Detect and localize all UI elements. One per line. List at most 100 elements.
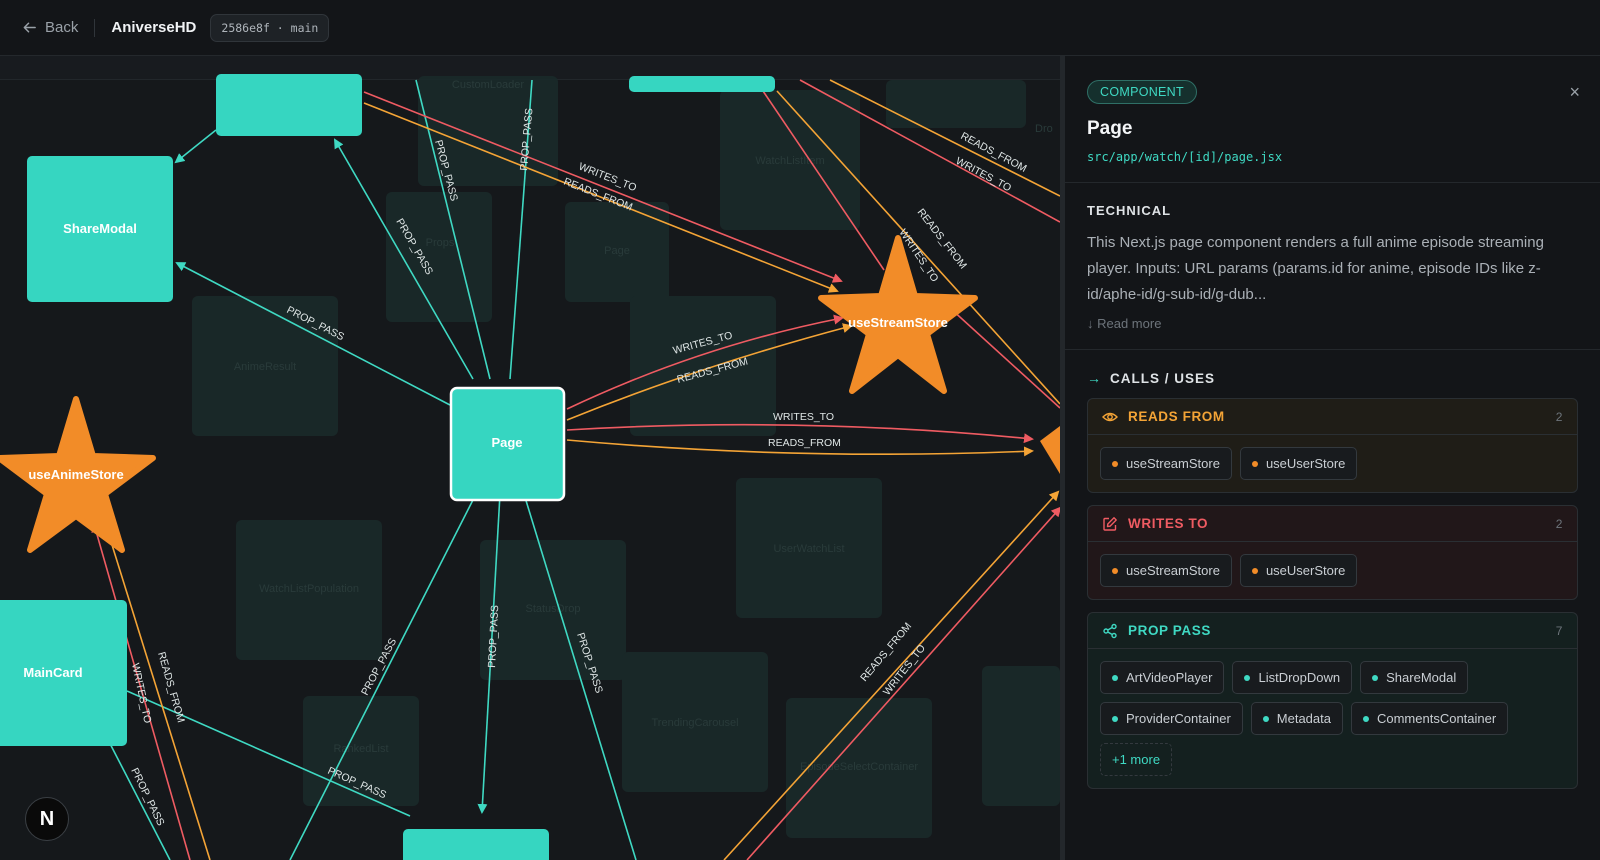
store-dot [1112, 460, 1118, 467]
faded-node-label: Page [604, 245, 630, 257]
chip-use-stream-store[interactable]: useStreamStore [1100, 447, 1232, 480]
store-dot [1251, 460, 1258, 467]
chip-label: CommentsContainer [1376, 711, 1497, 726]
technical-label: TECHNICAL [1087, 203, 1172, 218]
store-dot [1251, 567, 1258, 574]
edge-label: READS_FROM [768, 437, 841, 449]
faded-node-label: RankedList [333, 743, 388, 755]
calls-section: → CALLS / USES READS FROM 2 useStreamSto… [1065, 350, 1600, 789]
back-button[interactable]: Back [22, 19, 78, 36]
chip-use-stream-store[interactable]: useStreamStore [1100, 554, 1232, 587]
chip-provider-container[interactable]: ProviderContainer [1100, 702, 1243, 735]
node-use-stream-store-label: useStreamStore [848, 315, 948, 330]
technical-section: TECHNICAL This Next.js page component re… [1065, 183, 1600, 350]
faded-node-label: TrendingCarousel [651, 717, 738, 729]
chip-label: useUserStore [1265, 563, 1346, 578]
faded-node [886, 80, 1026, 128]
panel-header: COMPONENT × Page src/app/watch/[id]/page… [1065, 56, 1600, 183]
edge-label: PROP_PASS [128, 766, 166, 828]
faded-node-label: Props [426, 237, 455, 249]
back-label: Back [45, 19, 79, 36]
component-dot [1112, 715, 1118, 722]
chip-label: ShareModal [1386, 670, 1457, 685]
chip-label: ArtVideoPlayer [1126, 670, 1213, 685]
faded-node-label: EpisodeSelectContainer [800, 761, 918, 773]
edge [103, 730, 171, 860]
node-bottom[interactable] [403, 829, 549, 860]
faded-node-label: StatusDrop [525, 603, 580, 615]
reads-from-count: 2 [1555, 409, 1563, 424]
chip-label: Metadata [1276, 711, 1331, 726]
chip-label: useStreamStore [1126, 456, 1220, 471]
prop-pass-label: PROP PASS [1128, 623, 1211, 638]
component-dot [1372, 674, 1379, 681]
chip-metadata[interactable]: Metadata [1250, 702, 1343, 735]
app-title: AniverseHD [111, 19, 197, 36]
calls-header: → CALLS / USES [1087, 370, 1578, 386]
details-panel: COMPONENT × Page src/app/watch/[id]/page… [1065, 56, 1600, 860]
reads-from-group: READS FROM 2 useStreamStore useUserStore [1087, 398, 1578, 493]
chip-use-user-store[interactable]: useUserStore [1239, 554, 1358, 587]
close-icon[interactable]: × [1569, 82, 1580, 103]
writes-to-label: WRITES TO [1128, 516, 1209, 531]
node-use-anime-store-label: useAnimeStore [28, 467, 123, 482]
graph-svg: CustomLoader WatchListItem Props Page An… [0, 74, 1060, 860]
component-title: Page [1087, 118, 1133, 139]
nextjs-badge[interactable]: N [25, 797, 69, 841]
node-top-center[interactable] [629, 76, 775, 92]
faded-node-label: Dro [1035, 123, 1053, 135]
graph-canvas[interactable]: CustomLoader WatchListItem Props Page An… [0, 56, 1060, 860]
component-dot [1362, 715, 1369, 722]
prop-pass-group: PROP PASS 7 ArtVideoPlayer ListDropDown … [1087, 612, 1578, 789]
divider [94, 18, 96, 37]
node-top-left[interactable] [216, 74, 362, 136]
writes-to-group: WRITES TO 2 useStreamStore useUserStore [1087, 505, 1578, 600]
chip-label: ProviderContainer [1126, 711, 1231, 726]
chip-comments-container[interactable]: CommentsContainer [1350, 702, 1509, 735]
node-share-modal-label: ShareModal [63, 221, 137, 236]
eye-icon [1102, 409, 1118, 425]
file-path[interactable]: src/app/watch/[id]/page.jsx [1087, 150, 1578, 164]
reads-from-header[interactable]: READS FROM 2 [1088, 399, 1577, 435]
node-main-card-label: MainCard [23, 665, 82, 680]
type-badge: COMPONENT [1087, 80, 1197, 104]
read-more-link[interactable]: ↓ Read more [1087, 316, 1578, 331]
chip-art-video-player[interactable]: ArtVideoPlayer [1100, 661, 1225, 694]
writes-to-count: 2 [1555, 516, 1563, 531]
prop-pass-count: 7 [1555, 623, 1563, 638]
technical-text: This Next.js page component renders a fu… [1087, 234, 1544, 303]
node-page-label: Page [491, 435, 522, 450]
component-dot [1112, 674, 1118, 681]
share-icon [1102, 623, 1118, 639]
prop-pass-header[interactable]: PROP PASS 7 [1088, 613, 1577, 649]
component-dot [1244, 674, 1251, 681]
chip-list-drop-down[interactable]: ListDropDown [1232, 661, 1353, 694]
faded-node [982, 666, 1060, 806]
faded-node [418, 76, 558, 186]
edge-label: READS_FROM [155, 651, 187, 724]
chip-label: ListDropDown [1258, 670, 1341, 685]
component-dot [1262, 715, 1269, 722]
commit-badge: 2586e8f · main [210, 13, 330, 42]
chip-label: useStreamStore [1126, 563, 1220, 578]
chip-label: useUserStore [1265, 456, 1346, 471]
writes-to-header[interactable]: WRITES TO 2 [1088, 506, 1577, 542]
more-chips-button[interactable]: +1 more [1100, 743, 1173, 776]
chip-use-user-store[interactable]: useUserStore [1239, 447, 1358, 480]
faded-node-label: WatchListItem [755, 155, 824, 167]
faded-node-label: AnimeResult [234, 361, 296, 373]
arrow-right-icon: → [1087, 370, 1102, 386]
faded-node-label: UserWatchList [773, 543, 844, 555]
edge [174, 129, 217, 164]
reads-from-chips: useStreamStore useUserStore [1088, 435, 1577, 492]
node-offscreen-store[interactable] [1040, 426, 1060, 474]
store-dot [1112, 567, 1118, 574]
top-bar: Back AniverseHD 2586e8f · main [0, 0, 1600, 56]
prop-pass-chips: ArtVideoPlayer ListDropDown ShareModal P… [1088, 649, 1577, 788]
chip-share-modal[interactable]: ShareModal [1360, 661, 1469, 694]
calls-label: CALLS / USES [1110, 370, 1216, 386]
writes-to-chips: useStreamStore useUserStore [1088, 542, 1577, 599]
edge [949, 307, 1060, 409]
arrow-left-icon [23, 22, 36, 33]
faded-node-label: CustomLoader [452, 79, 524, 91]
